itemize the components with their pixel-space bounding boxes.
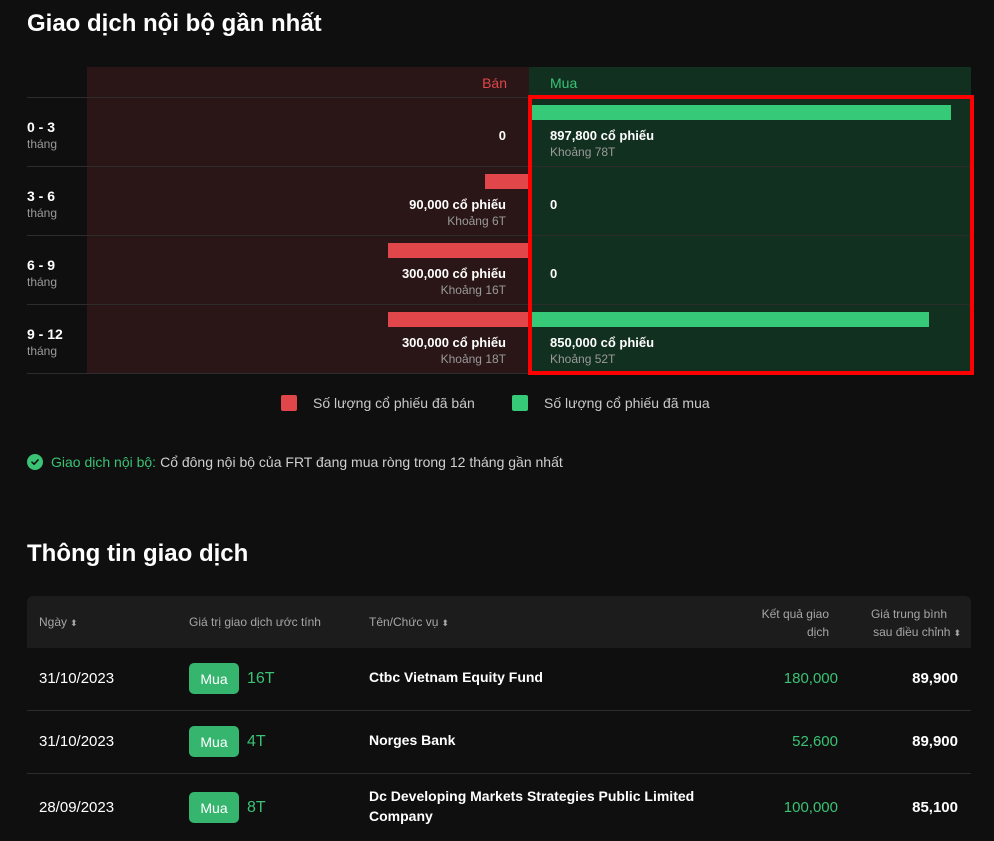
period-label: 0 - 3 tháng xyxy=(27,119,87,151)
sell-value: 90,000 cổ phiếu Khoảng 6T xyxy=(409,197,506,228)
sell-value: 0 xyxy=(499,128,506,143)
legend-sell-swatch xyxy=(281,395,297,411)
period-range: 0 - 3 xyxy=(27,119,56,135)
period-unit: tháng xyxy=(27,206,58,220)
column-header-name[interactable]: Tên/Chức vụ ⬍ xyxy=(369,615,449,629)
legend-buy-label: Số lượng cổ phiếu đã mua xyxy=(544,395,710,411)
buy-header: Mua xyxy=(550,75,578,91)
section-title-insider: Giao dịch nội bộ gần nhất xyxy=(27,10,322,37)
period-unit: tháng xyxy=(27,275,58,289)
sell-header: Bán xyxy=(482,75,507,91)
column-header-label: Giá trị giao dịch ước tính xyxy=(189,615,321,629)
column-header-label: Tên/Chức vụ xyxy=(369,615,439,629)
note-text: Cổ đông nội bộ của FRT đang mua ròng tro… xyxy=(160,454,563,470)
legend-buy-swatch xyxy=(512,395,528,411)
sort-icon: ⬍ xyxy=(953,628,961,638)
highlight-box xyxy=(528,95,974,375)
sell-bar xyxy=(388,312,529,327)
insider-note: Giao dịch nội bộ: Cổ đông nội bộ của FRT… xyxy=(27,454,563,470)
row-result: 52,600 xyxy=(792,733,838,750)
column-header-label: dịch xyxy=(806,625,829,639)
column-header-label: sau điều chỉnh xyxy=(873,625,951,639)
sell-bar xyxy=(388,243,529,258)
sell-amount: Khoảng 6T xyxy=(447,214,506,228)
period-unit: tháng xyxy=(27,137,58,151)
row-date: 28/09/2023 xyxy=(39,799,115,816)
legend-sell-label: Số lượng cổ phiếu đã bán xyxy=(313,395,475,411)
period-label: 3 - 6 tháng xyxy=(27,188,87,220)
row-amount: 8T xyxy=(247,799,266,816)
column-header-label: Giá trung bình xyxy=(870,607,947,621)
sell-shares: 0 xyxy=(498,128,506,143)
sort-icon: ⬍ xyxy=(441,618,449,628)
column-header-label-2: sau điều chỉnh ⬍ xyxy=(849,623,961,642)
row-date: 31/10/2023 xyxy=(39,733,115,750)
legend-buy: Số lượng cổ phiếu đã mua xyxy=(512,395,710,411)
table-row[interactable]: 31/10/2023 Mua 16T Ctbc Vietnam Equity F… xyxy=(27,648,971,711)
sell-amount: Khoảng 16T xyxy=(440,283,506,297)
table-row[interactable]: 31/10/2023 Mua 4T Norges Bank 52,600 89,… xyxy=(27,711,971,774)
row-name: Dc Developing Markets Strategies Public … xyxy=(369,788,695,824)
chart-legend: Số lượng cổ phiếu đã bán Số lượng cổ phi… xyxy=(0,395,994,415)
action-badge: Mua xyxy=(189,792,239,823)
column-header-label: Kết quả giao xyxy=(761,607,829,621)
sell-bar xyxy=(485,174,529,189)
column-header-label: Ngày xyxy=(39,615,68,629)
sell-shares: 90,000 cổ phiếu xyxy=(409,197,506,212)
table-row[interactable]: 28/09/2023 Mua 8T Dc Developing Markets … xyxy=(27,774,971,841)
period-range: 9 - 12 xyxy=(27,326,63,342)
row-name: Norges Bank xyxy=(369,732,456,748)
row-amount: 4T xyxy=(247,733,266,750)
period-range: 3 - 6 xyxy=(27,188,56,204)
action-badge: Mua xyxy=(189,726,239,757)
column-header-value: Giá trị giao dịch ước tính xyxy=(189,615,321,629)
sell-shares: 300,000 cổ phiếu xyxy=(401,266,506,281)
note-lead: Giao dịch nội bộ: xyxy=(51,454,157,470)
table-header: Ngày ⬍ Giá trị giao dịch ước tính Tên/Chứ… xyxy=(27,596,971,648)
column-header-result: Kết quả giao dịch xyxy=(727,605,829,641)
action-badge: Mua xyxy=(189,663,239,694)
check-circle-icon xyxy=(27,454,43,470)
row-name: Ctbc Vietnam Equity Fund xyxy=(369,669,543,685)
section-title-transactions: Thông tin giao dịch xyxy=(27,540,249,567)
row-price: 89,900 xyxy=(912,670,958,687)
period-range: 6 - 9 xyxy=(27,257,56,273)
legend-sell: Số lượng cổ phiếu đã bán xyxy=(281,395,475,411)
sort-icon: ⬍ xyxy=(70,618,78,628)
row-amount: 16T xyxy=(247,670,275,687)
period-label: 6 - 9 tháng xyxy=(27,257,87,289)
row-date: 31/10/2023 xyxy=(39,670,115,687)
sell-value: 300,000 cổ phiếu Khoảng 18T xyxy=(402,335,506,366)
row-result: 100,000 xyxy=(783,799,838,816)
column-header-price[interactable]: Giá trung bình sau điều chỉnh ⬍ xyxy=(849,605,961,642)
column-header-date[interactable]: Ngày ⬍ xyxy=(39,615,78,629)
row-price: 89,900 xyxy=(912,733,958,750)
sell-value: 300,000 cổ phiếu Khoảng 16T xyxy=(402,266,506,297)
sell-shares: 300,000 cổ phiếu xyxy=(401,335,506,350)
period-unit: tháng xyxy=(27,344,58,358)
row-price: 85,100 xyxy=(912,799,958,816)
sell-amount: Khoảng 18T xyxy=(440,352,506,366)
period-label: 9 - 12 tháng xyxy=(27,326,87,358)
row-result: 180,000 xyxy=(783,670,838,687)
